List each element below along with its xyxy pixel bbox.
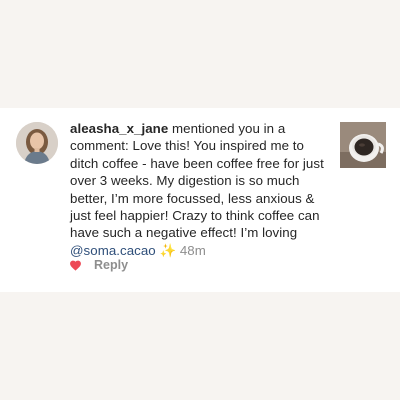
notification-text: aleasha_x_jane mentioned you in a commen… — [70, 120, 332, 259]
heart-icon[interactable] — [69, 259, 82, 272]
username-link[interactable]: aleasha_x_jane — [70, 121, 168, 136]
coffee-cup-photo — [340, 122, 386, 168]
comment-text: Love this! You inspired me to ditch coff… — [70, 138, 324, 241]
avatar-image — [16, 122, 58, 164]
reply-row: Reply — [69, 256, 128, 274]
post-thumbnail[interactable] — [340, 122, 386, 168]
timestamp: 48m — [179, 242, 206, 258]
notification-card[interactable]: aleasha_x_jane mentioned you in a commen… — [0, 108, 400, 292]
reply-button[interactable]: Reply — [94, 258, 128, 272]
sparkles-emoji: ✨ — [155, 242, 180, 258]
user-avatar[interactable] — [16, 122, 58, 164]
